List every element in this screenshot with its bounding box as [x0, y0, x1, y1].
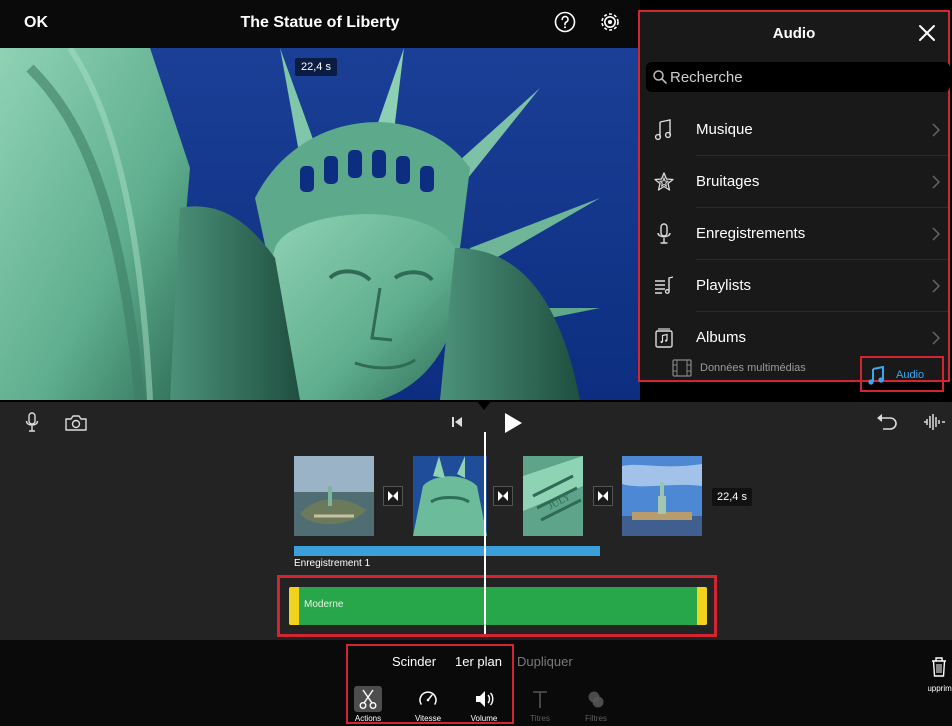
chevron-right-icon: [932, 175, 940, 189]
timeline[interactable]: JULY 22,4 s Enregistrement 1 Moderne: [0, 400, 952, 640]
microphone-icon: [657, 223, 671, 244]
transition-button[interactable]: [493, 486, 513, 506]
album-icon: [655, 328, 673, 348]
tool-titles[interactable]: Titres: [520, 688, 560, 724]
transition-icon: [388, 491, 398, 501]
sound-effects-icon: [654, 172, 674, 191]
microphone-icon[interactable]: [24, 412, 40, 432]
menu-item-label: Bruitages: [696, 173, 760, 190]
clip-duration-badge: 22,4 s: [712, 488, 752, 506]
question-circle-icon[interactable]: [553, 10, 577, 34]
search-input[interactable]: [670, 67, 930, 87]
clip-thumbnail: [413, 456, 487, 536]
timeline-clip[interactable]: [622, 456, 702, 536]
playhead[interactable]: [484, 432, 486, 634]
delete-button[interactable]: Supprimer: [928, 656, 952, 726]
music-track-label: Moderne: [304, 599, 344, 610]
tool-label: Vitesse: [414, 714, 442, 723]
clip-thumbnail: [294, 456, 374, 536]
duplicate-button[interactable]: Dupliquer: [517, 654, 573, 669]
menu-item-label: Albums: [696, 329, 747, 346]
undo-icon[interactable]: [876, 413, 898, 431]
panel-header: Audio: [640, 12, 948, 56]
skip-to-start-icon[interactable]: [450, 415, 464, 429]
play-icon[interactable]: [503, 412, 523, 434]
tab-audio[interactable]: Audio: [860, 356, 944, 392]
playlist-icon: [655, 276, 674, 294]
speaker-icon: [476, 691, 494, 707]
playhead-marker: [476, 400, 492, 410]
trash-icon: [932, 657, 946, 677]
music-note-icon: [868, 366, 884, 385]
video-preview[interactable]: 22,4 s: [0, 48, 640, 400]
menu-item-recordings[interactable]: Enregistrements: [640, 208, 948, 260]
recording-track[interactable]: [294, 546, 600, 556]
tool-actions[interactable]: Actions: [348, 686, 388, 724]
trim-handle-left[interactable]: [289, 587, 299, 625]
tab-label: Données multimédias: [700, 362, 806, 374]
project-title: The Statue of Liberty: [240, 14, 400, 31]
tool-speed[interactable]: Vitesse: [408, 688, 448, 724]
chevron-right-icon: [932, 331, 940, 345]
timeline-clip[interactable]: JULY: [523, 456, 583, 536]
chevron-right-icon: [932, 123, 940, 137]
recording-track-label: Enregistrement 1: [294, 558, 371, 569]
timeline-clip[interactable]: [413, 456, 487, 536]
tool-label: Actions: [354, 714, 382, 723]
clip-thumbnail: [622, 456, 702, 536]
camera-icon[interactable]: [64, 414, 88, 432]
menu-item-playlists[interactable]: Playlists: [640, 260, 948, 312]
tool-volume[interactable]: Volume: [464, 688, 504, 724]
trim-handle-right[interactable]: [697, 587, 707, 625]
filters-icon: [588, 691, 604, 708]
tool-filters[interactable]: Filtres: [576, 688, 616, 724]
transition-icon: [598, 491, 608, 501]
music-track[interactable]: Moderne: [289, 587, 707, 625]
preview-image: [0, 48, 640, 400]
panel-tab-bar: Données multimédias Audio: [640, 356, 948, 392]
chevron-right-icon: [932, 227, 940, 241]
menu-item-label: Musique: [696, 121, 753, 138]
panel-title: Audio: [772, 25, 816, 42]
tool-label: Titres: [530, 714, 550, 723]
close-icon[interactable]: [916, 22, 938, 44]
speedometer-icon: [419, 691, 437, 705]
menu-item-label: Playlists: [696, 277, 752, 294]
film-strip-icon: [672, 359, 692, 377]
top-bar: OK The Statue of Liberty: [0, 0, 640, 48]
menu-item-sound-effects[interactable]: Bruitages: [640, 156, 948, 208]
audio-browser-panel: Audio Musique Bruitages: [638, 10, 950, 392]
tool-label: Volume: [470, 714, 498, 723]
tool-label: Filtres: [585, 714, 607, 723]
scissors-icon: [359, 689, 377, 709]
split-button[interactable]: Scinder: [392, 654, 436, 669]
tab-label: Audio: [896, 369, 925, 381]
gear-icon[interactable]: [598, 10, 622, 34]
audio-waveform-icon[interactable]: [922, 412, 946, 432]
music-note-icon: [654, 119, 672, 141]
foreground-button[interactable]: 1er plan: [455, 654, 502, 669]
menu-item-music[interactable]: Musique: [640, 104, 948, 156]
timeline-clip[interactable]: [294, 456, 374, 536]
transition-button[interactable]: [593, 486, 613, 506]
menu-item-label: Enregistrements: [696, 225, 806, 242]
transition-icon: [498, 491, 508, 501]
preview-time-badge: 22,4 s: [295, 58, 337, 76]
search-bar[interactable]: [646, 62, 950, 92]
chevron-right-icon: [932, 279, 940, 293]
bottom-toolbar: Scinder 1er plan Dupliquer Actions Vites…: [0, 640, 952, 726]
search-icon: [653, 70, 667, 84]
text-icon: [533, 691, 547, 708]
transition-button[interactable]: [383, 486, 403, 506]
tool-label: Supprimer: [928, 684, 952, 693]
clip-thumbnail: JULY: [523, 456, 583, 536]
